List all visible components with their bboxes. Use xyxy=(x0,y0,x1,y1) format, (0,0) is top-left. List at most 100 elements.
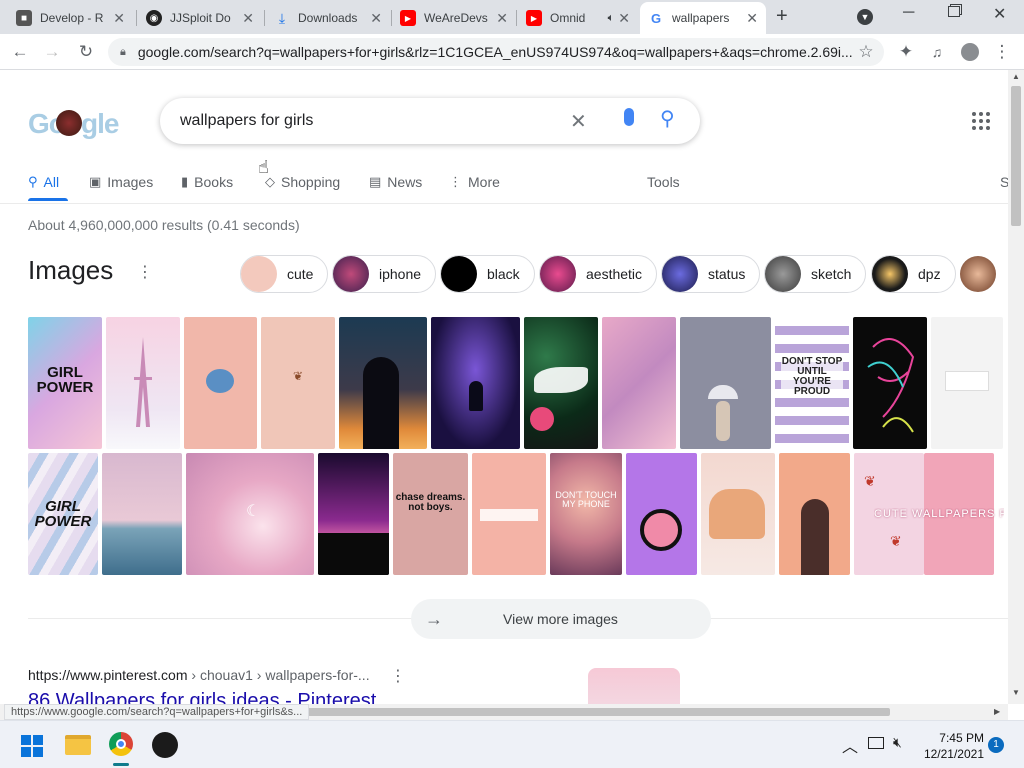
chip-partial[interactable] xyxy=(960,255,1006,293)
tab-jjsploit[interactable]: ◉ JJSploit Do ✕ xyxy=(138,2,262,34)
result-options-icon[interactable]: ⋮ xyxy=(390,666,406,686)
network-icon[interactable] xyxy=(868,737,884,749)
chip-label: status xyxy=(708,266,746,282)
tab-images[interactable]: ▣ Images xyxy=(89,172,153,192)
search-input[interactable]: wallpapers for girls xyxy=(180,112,313,130)
image-thumbnail[interactable] xyxy=(680,317,771,449)
image-thumbnail[interactable]: chase dreams. not boys. xyxy=(393,453,468,575)
image-thumbnail[interactable] xyxy=(339,317,427,449)
tab-title: wallpapers xyxy=(672,11,730,25)
scrollbar-thumb[interactable] xyxy=(1011,86,1021,226)
close-tab-icon[interactable]: ✕ xyxy=(746,10,758,27)
close-tab-icon[interactable]: ✕ xyxy=(113,10,125,27)
tab-title: Omnid xyxy=(550,11,586,25)
image-thumbnail[interactable] xyxy=(318,453,389,575)
chip-sketch[interactable]: sketch xyxy=(764,255,867,293)
chip-black[interactable]: black xyxy=(440,255,535,293)
image-thumbnail[interactable]: ❦ xyxy=(261,317,335,449)
image-thumbnail[interactable] xyxy=(701,453,775,575)
news-icon: ▤ xyxy=(369,174,382,189)
scroll-down-arrow-icon[interactable]: ▼ xyxy=(1012,688,1020,697)
close-window-icon[interactable]: ✕ xyxy=(993,4,1006,24)
minimize-icon[interactable]: ─ xyxy=(903,4,914,22)
chip-cute[interactable]: cute xyxy=(240,255,329,293)
youtube-icon: ▶ xyxy=(526,10,542,26)
chip-aesthetic[interactable]: aesthetic xyxy=(539,255,658,293)
tab-news[interactable]: ▤ News xyxy=(369,172,422,192)
image-thumbnail[interactable]: ☾ xyxy=(186,453,314,575)
settings-partial[interactable]: S xyxy=(1000,172,1008,192)
voice-search-mic-icon[interactable] xyxy=(624,108,634,126)
chrome-icon[interactable] xyxy=(109,732,133,756)
chip-iphone[interactable]: iphone xyxy=(332,255,437,293)
tab-omnid[interactable]: ▶ Omnid 🔈︎ ✕ xyxy=(518,2,638,34)
image-thumbnail[interactable] xyxy=(184,317,257,449)
tab-more[interactable]: ⋮ More xyxy=(449,172,500,192)
chrome-menu-icon[interactable]: ⋮ xyxy=(992,42,1012,62)
image-thumbnail[interactable] xyxy=(602,317,676,449)
image-thumbnail[interactable]: DON'T STOP UNTIL YOU'RE PROUD xyxy=(775,317,849,449)
close-tab-icon[interactable]: ✕ xyxy=(496,10,508,27)
tab-wearedevs[interactable]: ▶ WeAreDevs ✕ xyxy=(392,2,516,34)
extensions-puzzle-icon[interactable]: ✦ xyxy=(896,42,916,62)
tab-shopping[interactable]: ◇ Shopping xyxy=(265,172,340,192)
chip-thumbnail xyxy=(441,256,477,292)
restore-icon[interactable] xyxy=(948,6,960,17)
close-tab-icon[interactable]: ✕ xyxy=(242,10,254,27)
close-tab-icon[interactable]: ✕ xyxy=(370,10,382,27)
image-thumbnail[interactable] xyxy=(779,453,850,575)
palm-silhouette-graphic xyxy=(318,533,389,575)
profile-avatar[interactable] xyxy=(960,42,980,62)
jjsploit-taskbar-icon[interactable] xyxy=(152,732,178,758)
tools-button[interactable]: Tools xyxy=(647,172,680,192)
image-thumbnail[interactable]: GIRL POWER xyxy=(28,317,102,449)
bookmark-star-icon[interactable]: ☆ xyxy=(856,42,876,62)
image-thumbnail[interactable] xyxy=(102,453,182,575)
image-thumbnail[interactable] xyxy=(524,317,598,449)
chip-status[interactable]: status xyxy=(661,255,761,293)
image-thumbnail[interactable] xyxy=(431,317,520,449)
image-thumbnail[interactable] xyxy=(626,453,697,575)
note-graphic xyxy=(945,371,989,391)
image-thumbnail[interactable] xyxy=(472,453,546,575)
forward-icon[interactable]: → xyxy=(42,42,62,62)
scroll-up-arrow-icon[interactable]: ▲ xyxy=(1012,72,1020,81)
tab-search-icon[interactable]: ▼ xyxy=(857,9,873,25)
search-box[interactable]: wallpapers for girls ✕ ⚲ xyxy=(160,98,700,144)
media-controls-icon[interactable]: ♫ xyxy=(927,42,947,62)
new-tab-plus-icon[interactable]: + xyxy=(776,5,788,28)
clear-search-icon[interactable]: ✕ xyxy=(570,109,587,134)
windows-start-icon[interactable] xyxy=(21,735,43,757)
images-section-heading: Images xyxy=(28,255,114,285)
clock[interactable]: 7:45 PM 12/21/2021 xyxy=(922,730,984,762)
close-tab-icon[interactable]: ✕ xyxy=(618,10,630,27)
search-submit-icon[interactable]: ⚲ xyxy=(660,106,675,131)
tab-downloads[interactable]: ⤓ Downloads ✕ xyxy=(266,2,390,34)
image-thumbnail[interactable]: DON'T TOUCH MY PHONE xyxy=(550,453,622,575)
tab-develop[interactable]: ■ Develop - R ✕ xyxy=(8,2,133,34)
file-explorer-icon[interactable] xyxy=(65,735,91,755)
result-title-link[interactable]: 86 Wallpapers for girls ideas - Pinteres… xyxy=(28,690,376,704)
speaker-icon[interactable]: 🔈︎ xyxy=(608,12,615,25)
address-bar[interactable]: 🔒︎ google.com/search?q=wallpapers+for+gi… xyxy=(108,38,884,66)
show-hidden-icons-chevron[interactable]: ︿ xyxy=(842,733,858,757)
tab-books[interactable]: ▮ Books xyxy=(181,172,233,192)
more-options-icon[interactable]: ⋮ xyxy=(137,262,153,282)
image-thumbnail[interactable]: GIRL POWER xyxy=(28,453,98,575)
scroll-right-arrow-icon[interactable]: ▶ xyxy=(994,707,1000,716)
image-thumbnail[interactable] xyxy=(106,317,180,449)
tab-all[interactable]: ⚲ All xyxy=(28,172,59,192)
image-thumbnail[interactable] xyxy=(853,317,927,449)
notification-badge[interactable]: 1 xyxy=(988,737,1004,753)
result-thumbnail[interactable] xyxy=(588,668,680,704)
image-thumbnail[interactable] xyxy=(931,317,1003,449)
result-url[interactable]: https://www.pinterest.com › chouav1 › wa… xyxy=(28,667,370,683)
view-more-images-button[interactable]: → View more images xyxy=(411,599,711,639)
reload-icon[interactable]: ↻ xyxy=(76,42,96,62)
back-icon[interactable]: ← xyxy=(10,42,30,62)
chip-dpz[interactable]: dpz xyxy=(871,255,956,293)
volume-muted-icon[interactable]: 🔇︎ xyxy=(893,734,902,751)
vertical-scrollbar[interactable]: ▲ ▼ xyxy=(1008,70,1024,704)
tab-wallpapers[interactable]: G wallpapers ✕ xyxy=(640,2,766,34)
google-apps-grid-icon[interactable] xyxy=(972,112,990,130)
